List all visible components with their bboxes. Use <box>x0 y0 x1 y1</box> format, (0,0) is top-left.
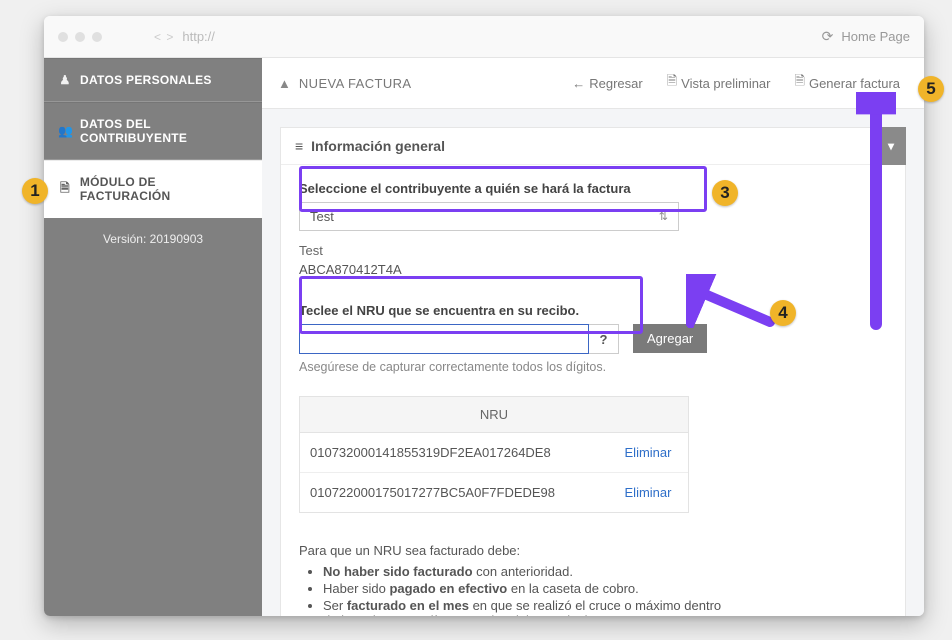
home-link[interactable]: Home Page <box>841 29 910 44</box>
browser-titlebar: < > http:// ⟳ Home Page <box>44 16 924 58</box>
nru-table-header: NRU <box>300 397 688 433</box>
nru-hint: Asegúrese de capturar correctamente todo… <box>299 360 639 374</box>
notes-list: No haber sido facturado con anterioridad… <box>323 564 729 616</box>
refresh-icon[interactable]: ⟳ <box>822 28 834 45</box>
menu-icon: ≡ <box>295 138 303 154</box>
window-controls[interactable] <box>58 32 102 42</box>
sidebar-item-label: MÓDULO DE FACTURACIÓN <box>80 175 248 203</box>
preview-icon: 🗎 <box>667 72 677 94</box>
back-button[interactable]: ← Regresar <box>564 72 650 95</box>
sidebar: ♟ DATOS PERSONALES 👥 DATOS DEL CONTRIBUY… <box>44 58 262 616</box>
user-icon: ▲ <box>278 76 291 91</box>
main-area: ▲ NUEVA FACTURA ← Regresar 🗎 Vista preli… <box>262 58 924 616</box>
nru-code: 010732000141855319DF2EA017264DE8 <box>300 433 608 472</box>
group-icon: 👥 <box>58 124 72 138</box>
contribuyente-label: Seleccione el contribuyente a quién se h… <box>299 181 887 196</box>
generate-invoice-button[interactable]: 🗎 Generar factura <box>787 68 909 98</box>
collapse-button[interactable]: ▾ <box>876 127 906 165</box>
page-toolbar: ▲ NUEVA FACTURA ← Regresar 🗎 Vista preli… <box>262 58 924 109</box>
help-button[interactable]: ? <box>589 324 619 354</box>
sidebar-item-label: DATOS DEL CONTRIBUYENTE <box>80 117 248 145</box>
contribuyente-selected: Test <box>310 209 334 224</box>
nru-label: Teclee el NRU que se encuentra en su rec… <box>299 303 887 318</box>
callout-1: 1 <box>22 178 48 204</box>
sidebar-item-datos-contribuyente[interactable]: 👥 DATOS DEL CONTRIBUYENTE <box>44 102 262 160</box>
notes-item: Haber sido pagado en efectivo en la case… <box>323 581 729 596</box>
delete-link[interactable]: Eliminar <box>625 485 672 500</box>
info-panel: ≡ Información general ▾ Seleccione el co… <box>280 127 906 616</box>
panel-heading: ≡ Información general ▾ <box>281 128 905 165</box>
sidebar-item-label: DATOS PERSONALES <box>80 73 212 87</box>
dot-max[interactable] <box>92 32 102 42</box>
sidebar-item-datos-personales[interactable]: ♟ DATOS PERSONALES <box>44 58 262 102</box>
preview-button[interactable]: 🗎 Vista preliminar <box>659 68 779 98</box>
back-label: Regresar <box>589 76 642 91</box>
generate-label: Generar factura <box>809 76 900 91</box>
document-icon: 🗎 <box>58 179 72 200</box>
dot-min[interactable] <box>75 32 85 42</box>
back-icon: ← <box>572 76 585 91</box>
contribuyente-rfc: ABCA870412T4A <box>299 262 887 277</box>
table-row: 010722000175017277BC5A0F7FDEDE98 Elimina… <box>300 473 688 512</box>
callout-3: 3 <box>712 180 738 206</box>
notes-item: Ser facturado en el mes en que se realiz… <box>323 598 729 616</box>
delete-link[interactable]: Eliminar <box>625 445 672 460</box>
contribuyente-name: Test <box>299 243 887 258</box>
agregar-button[interactable]: Agregar <box>633 324 707 353</box>
nru-notes: Para que un NRU sea facturado debe: No h… <box>299 543 729 616</box>
callout-5: 5 <box>918 76 944 102</box>
person-icon: ♟ <box>58 73 72 87</box>
nru-input[interactable] <box>299 324 589 354</box>
table-row: 010732000141855319DF2EA017264DE8 Elimina… <box>300 433 688 473</box>
url-text: http:// <box>182 29 215 44</box>
chevron-updown-icon: ⇅ <box>659 210 668 223</box>
panel-title: Información general <box>311 138 445 154</box>
version-label: Versión: 20190903 <box>44 218 262 260</box>
generate-icon: 🗎 <box>795 72 805 94</box>
sidebar-item-modulo-facturacion[interactable]: 🗎 MÓDULO DE FACTURACIÓN <box>44 160 262 218</box>
callout-4: 4 <box>770 300 796 326</box>
preview-label: Vista preliminar <box>681 76 770 91</box>
notes-item: No haber sido facturado con anterioridad… <box>323 564 729 579</box>
contribuyente-select[interactable]: Test ⇅ <box>299 202 679 231</box>
nru-code: 010722000175017277BC5A0F7FDEDE98 <box>300 473 608 512</box>
nru-table: NRU 010732000141855319DF2EA017264DE8 Eli… <box>299 396 689 513</box>
dot-close[interactable] <box>58 32 68 42</box>
nav-arrows[interactable]: < > <box>154 30 174 44</box>
notes-intro: Para que un NRU sea facturado debe: <box>299 543 729 558</box>
page-title: NUEVA FACTURA <box>299 76 412 91</box>
